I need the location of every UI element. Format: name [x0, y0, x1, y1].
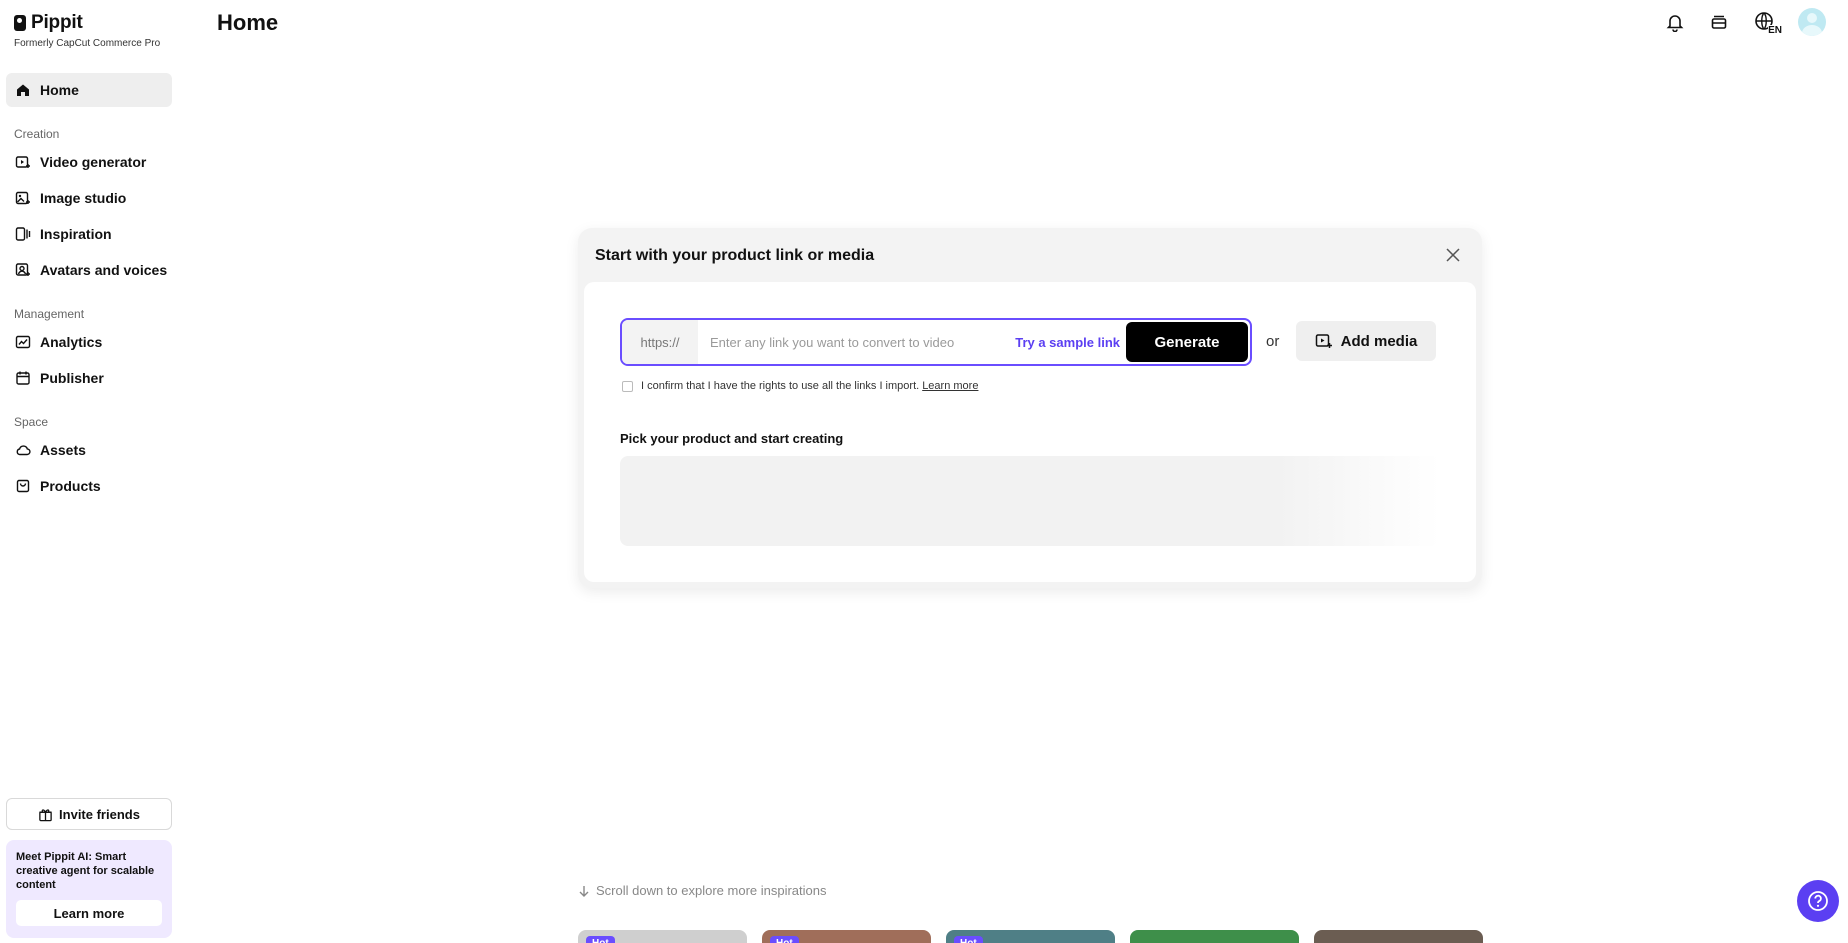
hot-badge: Hot [954, 936, 983, 943]
product-link-input[interactable] [698, 320, 1016, 364]
brand-name: Pippit [31, 12, 83, 33]
sidebar-item-inspiration[interactable]: Inspiration [6, 217, 172, 251]
inspiration-thumbnail[interactable]: Hot [578, 930, 747, 943]
cloud-icon [15, 442, 31, 458]
sidebar-item-label: Publisher [40, 370, 104, 386]
hot-badge: Hot [770, 936, 799, 943]
sidebar-item-label: Video generator [40, 154, 147, 170]
generate-button[interactable]: Generate [1126, 322, 1248, 362]
page-title: Home [217, 10, 279, 35]
sidebar-item-home[interactable]: Home [6, 73, 172, 107]
sidebar: Pippit Formerly CapCut Commerce Pro Home… [0, 0, 183, 943]
hot-badge: Hot [586, 936, 615, 943]
sidebar-item-products[interactable]: Products [6, 469, 172, 503]
analytics-icon [15, 334, 31, 350]
language-globe-icon[interactable]: EN [1750, 8, 1782, 36]
notification-bell-icon[interactable] [1662, 8, 1688, 36]
brand[interactable]: Pippit Formerly CapCut Commerce Pro [14, 12, 160, 49]
section-label-creation: Creation [14, 127, 60, 141]
rights-confirm-label: I confirm that I have the rights to use … [641, 380, 920, 392]
start-card-body: https:// Try a sample link Generate or A… [584, 282, 1476, 582]
try-sample-link[interactable]: Try a sample link [1015, 335, 1120, 350]
inspiration-thumbnail[interactable] [1314, 930, 1483, 943]
arrow-down-icon [578, 885, 590, 897]
inspiration-icon [15, 226, 31, 242]
add-media-label: Add media [1340, 332, 1418, 350]
close-icon [1446, 248, 1460, 262]
inspiration-thumbnail[interactable]: Hot [762, 930, 931, 943]
language-code: EN [1768, 25, 1782, 36]
promo-text: Meet Pippit AI: Smart creative agent for… [16, 851, 155, 891]
subscription-icon[interactable] [1706, 8, 1732, 36]
section-label-management: Management [14, 307, 85, 321]
rights-confirm-row: I confirm that I have the rights to use … [622, 380, 978, 392]
scroll-hint: Scroll down to explore more inspirations [578, 883, 827, 898]
add-media-icon [1315, 332, 1333, 350]
invite-friends-label: Invite friends [59, 806, 140, 822]
close-button[interactable] [1442, 244, 1464, 266]
product-carousel-placeholder [620, 456, 1440, 546]
url-prefix: https:// [622, 320, 698, 364]
sidebar-item-assets[interactable]: Assets [6, 433, 172, 467]
sidebar-item-label: Home [40, 82, 79, 98]
sidebar-item-image-studio[interactable]: Image studio [6, 181, 172, 215]
scroll-hint-text: Scroll down to explore more inspirations [596, 883, 827, 898]
learn-more-link[interactable]: Learn more [922, 380, 978, 392]
sidebar-item-label: Products [40, 478, 101, 494]
sidebar-item-label: Avatars and voices [40, 262, 168, 278]
inspiration-thumbnail[interactable] [1130, 930, 1299, 943]
invite-friends-button[interactable]: Invite friends [6, 798, 172, 830]
sidebar-item-label: Analytics [40, 334, 103, 350]
inspiration-thumbnails: Hot Hot Hot [578, 930, 1483, 943]
rights-checkbox[interactable] [622, 380, 633, 392]
help-button[interactable] [1797, 880, 1839, 922]
sidebar-item-label: Assets [40, 442, 86, 458]
video-generator-icon [15, 154, 31, 170]
or-separator: or [1266, 333, 1280, 350]
start-card-title: Start with your product link or media [595, 247, 875, 264]
sidebar-item-avatars-voices[interactable]: Avatars and voices [6, 253, 172, 287]
user-avatar[interactable] [1798, 8, 1826, 36]
sidebar-item-label: Inspiration [40, 226, 112, 242]
add-media-button[interactable]: Add media [1296, 321, 1436, 361]
gift-icon [38, 807, 53, 822]
pick-product-title: Pick your product and start creating [620, 431, 844, 446]
promo-learn-more-button[interactable]: Learn more [16, 900, 162, 926]
rights-confirm-text: I confirm that I have the rights to use … [641, 380, 978, 392]
start-card: Start with your product link or media ht… [578, 228, 1482, 588]
pippit-ai-promo: Meet Pippit AI: Smart creative agent for… [6, 840, 172, 938]
help-question-icon [1808, 891, 1828, 911]
calendar-icon [15, 370, 31, 386]
section-label-space: Space [14, 415, 49, 429]
inspiration-thumbnail[interactable]: Hot [946, 930, 1115, 943]
bag-icon [15, 478, 31, 494]
sidebar-item-label: Image studio [40, 190, 127, 206]
product-link-box: https:// Try a sample link Generate [620, 318, 1252, 366]
home-icon [15, 82, 31, 98]
header-actions: EN [1662, 8, 1826, 36]
app-root: Pippit Formerly CapCut Commerce Pro Home… [0, 0, 1848, 943]
sidebar-item-publisher[interactable]: Publisher [6, 361, 172, 395]
sidebar-item-video-generator[interactable]: Video generator [6, 145, 172, 179]
sidebar-item-analytics[interactable]: Analytics [6, 325, 172, 359]
brand-subtitle: Formerly CapCut Commerce Pro [14, 38, 161, 49]
image-studio-icon [15, 190, 31, 206]
avatar-voice-icon [15, 262, 31, 278]
pippit-logo-icon [14, 15, 26, 31]
